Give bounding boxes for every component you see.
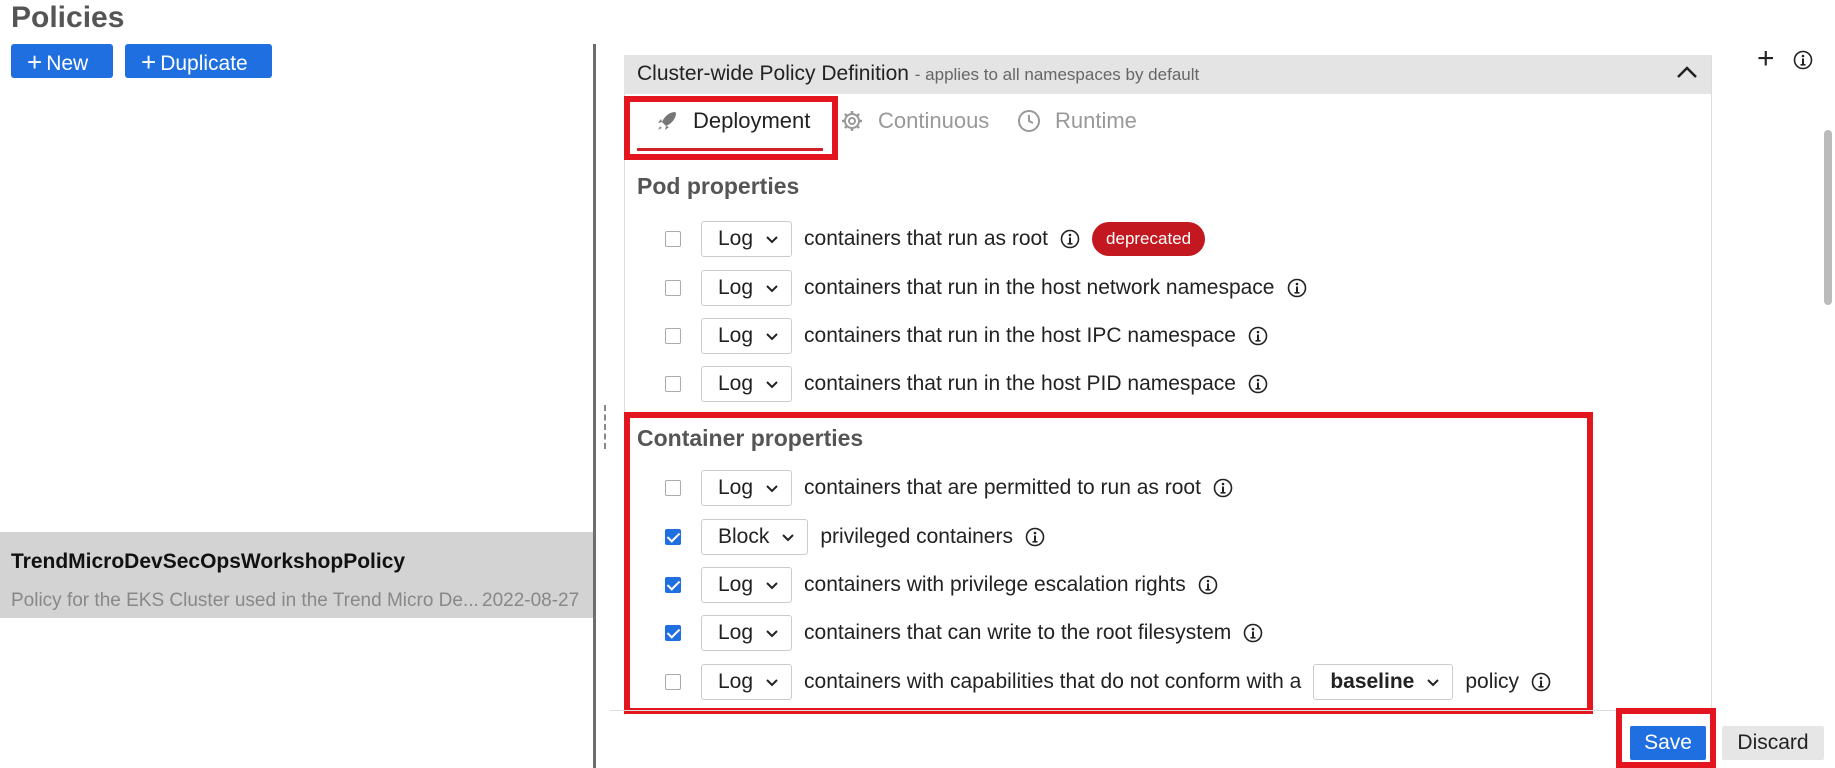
new-button[interactable]: + New [11,44,113,78]
rule-text: containers that run in the host IPC name… [804,324,1236,347]
tab-runtime[interactable]: Runtime [1017,108,1137,134]
action-select[interactable]: Log [701,318,793,354]
splitter-handle[interactable] [604,405,608,449]
rule-text: containers that run in the host network … [804,276,1275,299]
deployment-tab-highlight [624,96,838,160]
rule-text: containers that run as root [804,227,1049,250]
deprecated-badge: deprecated [1092,222,1206,256]
action-select-value: Log [718,227,754,250]
tab-continuous[interactable]: Continuous [840,108,989,134]
duplicate-button-label: Duplicate [160,52,248,75]
action-select-value: Log [718,372,754,395]
rule-checkbox[interactable] [665,328,681,344]
pane-splitter[interactable] [593,44,596,768]
rule-text: containers that run in the host PID name… [804,372,1236,395]
chevron-up-icon[interactable] [1676,64,1698,85]
action-select[interactable]: Log [701,366,793,402]
pod-properties-title: Pod properties [637,173,800,199]
panel-title-text: Cluster-wide Policy Definition [637,62,909,85]
info-icon[interactable] [1060,229,1080,249]
action-select[interactable]: Log [701,221,793,257]
policy-name: TrendMicroDevSecOpsWorkshopPolicy [11,550,406,573]
container-properties-highlight [624,412,1593,714]
new-button-label: New [46,52,89,75]
tab-runtime-label: Runtime [1055,108,1137,133]
plus-icon: + [27,47,43,77]
gear-icon [840,109,864,133]
panel-title: Cluster-wide Policy Definition - applies… [637,62,1199,86]
rule-checkbox[interactable] [665,280,681,296]
rule-checkbox[interactable] [665,231,681,247]
info-icon[interactable] [1248,326,1268,346]
policy-description: Policy for the EKS Cluster used in the T… [11,590,479,611]
info-icon[interactable] [1793,50,1813,75]
tab-continuous-label: Continuous [878,108,990,133]
pod-rule-row: Log containers that run as root deprecat… [665,220,1206,258]
rule-checkbox[interactable] [665,376,681,392]
chevron-down-icon [765,276,779,300]
discard-button[interactable]: Discard [1722,726,1824,760]
pod-rule-row: Log containers that run in the host IPC … [665,317,1268,355]
duplicate-button[interactable]: + Duplicate [125,44,272,78]
chevron-down-icon [765,324,779,348]
chevron-down-icon [765,372,779,396]
info-icon[interactable] [1287,278,1307,298]
policy-date: 2022-08-27 [482,590,580,611]
plus-icon: + [141,47,157,77]
panel-subtitle: - applies to all namespaces by default [914,65,1200,84]
add-icon[interactable]: + [1757,44,1775,74]
chevron-down-icon [765,227,779,251]
page-title: Policies [11,1,125,34]
info-icon[interactable] [1248,374,1268,394]
pod-rule-row: Log containers that run in the host netw… [665,269,1307,307]
save-button-highlight [1616,708,1716,768]
pod-rule-row: Log containers that run in the host PID … [665,365,1268,403]
clock-icon [1017,109,1041,133]
scrollbar[interactable] [1824,130,1832,305]
action-select[interactable]: Log [701,270,793,306]
action-select-value: Log [718,324,754,347]
action-select-value: Log [718,276,754,299]
panel-bottom-divider [610,710,1712,711]
